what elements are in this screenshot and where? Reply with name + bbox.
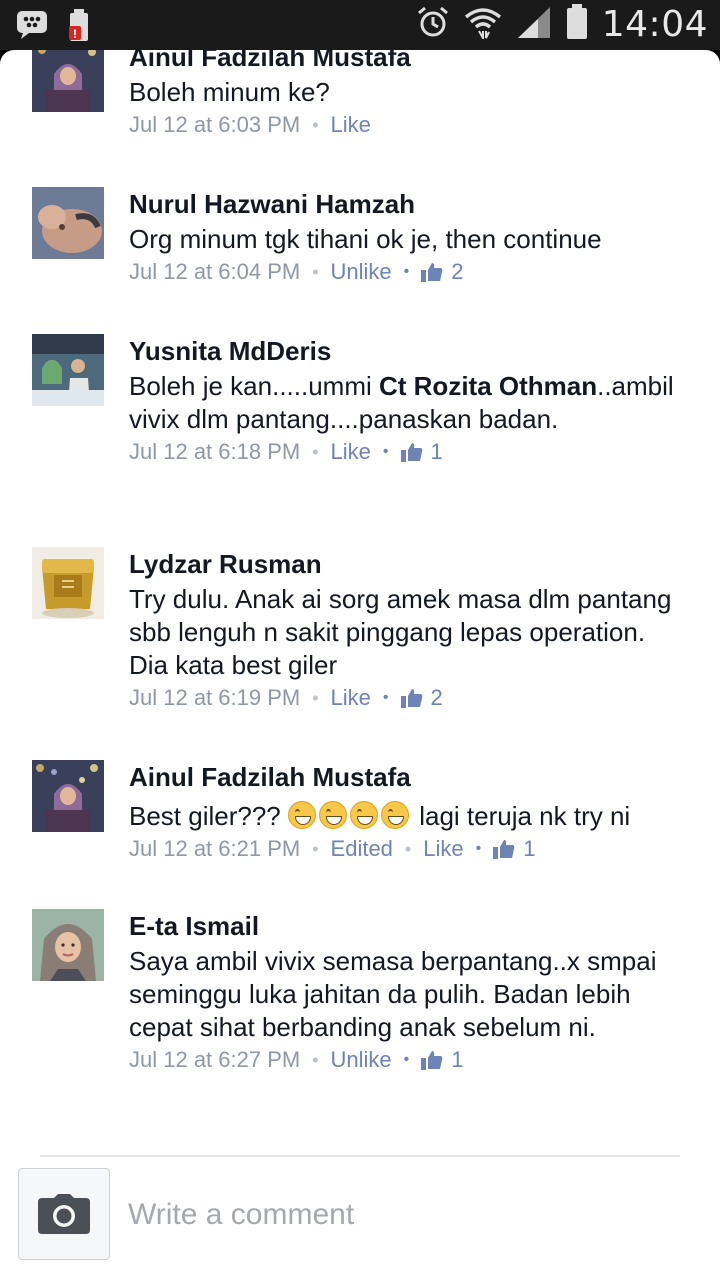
grinning-emoji-icon <box>349 801 378 829</box>
like-count[interactable]: 1 <box>493 833 535 865</box>
commenter-name[interactable]: E-ta Ismail <box>129 909 690 943</box>
comment-meta: Jul 12 at 6:27 PM • Unlike • 1 <box>129 1044 690 1076</box>
battery-icon <box>566 4 588 45</box>
comment-text: Org minum tgk tihani ok je, then continu… <box>129 224 602 254</box>
unlike-button[interactable]: Unlike <box>331 1044 392 1076</box>
comment-text: Boleh minum ke? <box>129 77 330 107</box>
thumbs-up-icon <box>421 1051 443 1070</box>
thumbs-up-icon <box>400 689 422 708</box>
comment-timestamp[interactable]: Jul 12 at 6:18 PM <box>129 436 300 468</box>
like-button[interactable]: Like <box>331 682 371 714</box>
thumbs-up-icon <box>493 840 515 859</box>
comment-timestamp[interactable]: Jul 12 at 6:27 PM <box>129 1044 300 1076</box>
grinning-emoji-icon <box>318 801 347 829</box>
comment-timestamp[interactable]: Jul 12 at 6:03 PM <box>129 109 300 141</box>
mention-link[interactable]: Ct Rozita Othman <box>379 371 597 401</box>
divider <box>40 1155 680 1157</box>
clock: 14:04 <box>601 4 708 45</box>
grinning-emoji-icon <box>287 801 316 829</box>
alarm-icon <box>416 5 450 44</box>
unlike-button[interactable]: Unlike <box>331 256 392 288</box>
avatar[interactable] <box>32 187 104 259</box>
bbm-icon <box>16 10 48 45</box>
comment-input[interactable] <box>128 1180 688 1250</box>
like-count[interactable]: 1 <box>400 436 443 468</box>
comment-timestamp[interactable]: Jul 12 at 6:04 PM <box>129 256 300 288</box>
status-bar: ! 14:04 <box>0 0 720 50</box>
comment-meta: Jul 12 at 6:04 PM • Unlike • 2 <box>129 256 690 288</box>
camera-icon <box>38 1194 90 1234</box>
avatar[interactable] <box>32 334 104 406</box>
comment-meta: Jul 12 at 6:18 PM • Like • 1 <box>129 436 690 468</box>
thumbs-up-icon <box>400 443 422 462</box>
commenter-name[interactable]: Ainul Fadzilah Mustafa <box>129 760 690 794</box>
avatar[interactable] <box>32 547 104 619</box>
avatar[interactable] <box>32 909 104 981</box>
comment-text: Saya ambil vivix semasa berpantang..x sm… <box>129 946 657 1042</box>
comment-timestamp[interactable]: Jul 12 at 6:21 PM <box>129 833 300 865</box>
avatar[interactable] <box>32 50 104 112</box>
comment-meta: Jul 12 at 6:03 PM • Like <box>129 109 690 141</box>
wifi-icon <box>464 5 502 44</box>
comment-text: Best giler??? lagi teruja nk try ni <box>129 801 631 831</box>
comment-meta: Jul 12 at 6:19 PM • Like • 2 <box>129 682 690 714</box>
like-button[interactable]: Like <box>331 109 371 141</box>
comments-panel: Ainul Fadzilah Mustafa Boleh minum ke? J… <box>0 50 720 1280</box>
comment-composer <box>0 1160 720 1280</box>
camera-button[interactable] <box>18 1168 110 1260</box>
commenter-name[interactable]: Ainul Fadzilah Mustafa <box>129 50 690 74</box>
commenter-name[interactable]: Yusnita MdDeris <box>129 334 690 368</box>
battery-alert-icon: ! <box>66 8 92 47</box>
like-button[interactable]: Like <box>423 833 463 865</box>
thumbs-up-icon <box>421 263 443 282</box>
like-count[interactable]: 2 <box>421 256 464 288</box>
like-count[interactable]: 2 <box>400 682 443 714</box>
grinning-emoji-icon <box>380 801 409 829</box>
edited-link[interactable]: Edited <box>331 833 393 865</box>
comment-timestamp[interactable]: Jul 12 at 6:19 PM <box>129 682 300 714</box>
comment-text: Try dulu. Anak ai sorg amek masa dlm pan… <box>129 584 672 680</box>
comment-text: Boleh je kan.....ummi Ct Rozita Othman..… <box>129 371 674 434</box>
svg-text:!: ! <box>73 27 77 41</box>
avatar[interactable] <box>32 760 104 832</box>
signal-icon <box>516 5 552 44</box>
commenter-name[interactable]: Lydzar Rusman <box>129 547 690 581</box>
like-button[interactable]: Like <box>331 436 371 468</box>
comment-meta: Jul 12 at 6:21 PM • Edited • Like • 1 <box>129 833 690 865</box>
commenter-name[interactable]: Nurul Hazwani Hamzah <box>129 187 690 221</box>
like-count[interactable]: 1 <box>421 1044 464 1076</box>
